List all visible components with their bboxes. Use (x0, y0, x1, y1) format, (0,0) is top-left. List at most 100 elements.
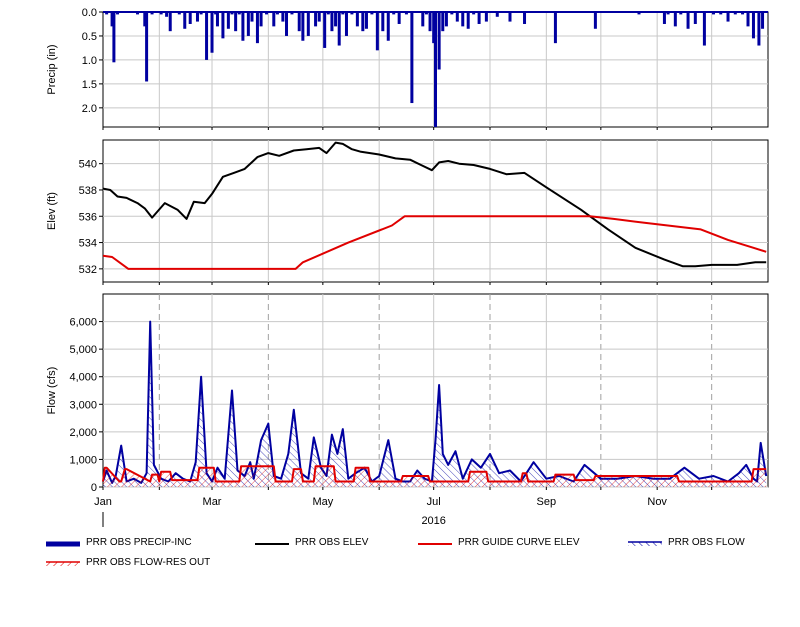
elevation-panel: 532 534 536 538 540 Elev (ft) (46, 139, 769, 285)
precip-bar (686, 12, 690, 29)
legend-label-precip: PRR OBS PRECIP-INC (86, 537, 192, 548)
y-axis-label: Precip (in) (46, 44, 58, 94)
precip-bar (314, 12, 318, 27)
precip-bar (364, 12, 368, 29)
precip-bar (484, 12, 488, 22)
precip-bar (210, 12, 214, 53)
precip-bar (593, 12, 597, 29)
precip-bar (183, 12, 187, 29)
precip-bar (746, 12, 750, 27)
legend-label-flow: PRR OBS FLOW (668, 537, 745, 548)
precip-bar (421, 12, 425, 27)
y-tick-label: 6,000 (69, 317, 97, 329)
x-tick-label: Mar (203, 496, 222, 508)
precip-bar (726, 12, 730, 22)
precip-bar (751, 12, 755, 39)
x-axis-label: 2016 (421, 515, 445, 527)
precip-bar (375, 12, 379, 51)
y-tick-label: 1.5 (82, 79, 97, 91)
precip-bar (386, 12, 390, 41)
precip-bar (466, 12, 470, 29)
y-tick-label: 532 (79, 264, 97, 276)
y-tick-label: 0 (91, 482, 97, 494)
precip-bar (397, 12, 401, 24)
precip-bar (355, 12, 359, 27)
y-axis-label: Flow (cfs) (46, 367, 58, 415)
y-tick-label: 534 (79, 238, 97, 250)
precip-bar (477, 12, 481, 24)
precip-bar (272, 12, 276, 27)
legend-item-flow: PRR OBS FLOW (628, 535, 788, 553)
y-tick-label: 0.5 (82, 31, 97, 43)
legend-item-precip: PRR OBS PRECIP-INC (46, 535, 246, 553)
legend-label-elev: PRR OBS ELEV (295, 537, 369, 548)
precip-bar (461, 12, 465, 27)
y-tick-label: 1,000 (69, 454, 97, 466)
chart-canvas: 0.00.51.01.52.0Precip (in) 5325345365385… (46, 7, 769, 527)
precip-bar (285, 12, 289, 36)
y-tick-label: 1.0 (82, 55, 97, 67)
legend-label-guide: PRR GUIDE CURVE ELEV (458, 537, 580, 548)
precip-bar (455, 12, 459, 22)
precip-bar (693, 12, 697, 24)
y-tick-label: 538 (79, 185, 97, 197)
precip-bar (259, 12, 263, 27)
legend-label-res-out: PRR OBS FLOW-RES OUT (86, 557, 211, 568)
x-tick-label: Nov (647, 496, 667, 508)
precip-bar (281, 12, 285, 22)
y-tick-label: 4,000 (69, 372, 97, 384)
legend-swatch-flow (628, 541, 662, 546)
precip-bar (410, 12, 414, 104)
precip-bar (361, 12, 365, 32)
x-tick-label: Sep (537, 496, 557, 508)
precip-bar (553, 12, 557, 44)
precip-bar (523, 12, 527, 24)
precip-bar (334, 12, 338, 27)
precip-bar (112, 12, 116, 63)
y-tick-label: 5,000 (69, 344, 97, 356)
precip-bar (761, 12, 765, 29)
y-tick-label: 3,000 (69, 399, 97, 411)
y-axis-label: Elev (ft) (46, 192, 58, 230)
legend-item-guide: PRR GUIDE CURVE ELEV (418, 535, 618, 553)
precip-bar (241, 12, 245, 41)
precip-bar (330, 12, 334, 32)
precip-bar (434, 12, 437, 127)
precip-bar (508, 12, 512, 22)
flow-panel: 0 1,000 2,000 3,000 4,000 5,000 6,000 Flow (cfs… (46, 293, 769, 494)
legend-item-res-out: PRR OBS FLOW-RES OUT (46, 555, 246, 573)
precip-bar (205, 12, 209, 60)
precip-bar (250, 12, 254, 22)
precip-bar (255, 12, 259, 44)
precip-bar (702, 12, 706, 46)
precip-panel: 0.0 0.5 1.0 1.5 2.0 Precip (in) (46, 7, 769, 130)
precip-bar (444, 12, 448, 27)
y-tick-label: 536 (79, 211, 97, 223)
x-tick-label: Jan (94, 496, 112, 508)
precip-bar (221, 12, 225, 39)
precip-bar (673, 12, 677, 27)
x-tick-label: Jul (427, 496, 441, 508)
precip-bar (337, 12, 341, 46)
precip-bar (145, 12, 149, 82)
precip-bar (168, 12, 172, 32)
legend-item-elev: PRR OBS ELEV (255, 535, 415, 553)
precip-bar (428, 12, 432, 32)
precip-bar (297, 12, 301, 32)
y-tick-label: 2,000 (69, 427, 97, 439)
legend-swatch-guide (418, 543, 452, 545)
precip-bar (317, 12, 321, 22)
hydrograph-chart: 0.0 0.5 1.0 1.5 2.0 Precip (in) 532 534 536 538 5… (0, 0, 800, 627)
precip-bar (246, 12, 250, 36)
x-tick-label: May (312, 496, 333, 508)
precip-bar (757, 12, 761, 46)
precip-bar (306, 12, 310, 36)
y-tick-label: 540 (79, 159, 97, 171)
precip-bar (441, 12, 445, 32)
precip-bar (188, 12, 192, 24)
precip-bar (234, 12, 238, 32)
precip-bar (195, 12, 199, 22)
precip-bar (215, 12, 219, 27)
precip-bar (381, 12, 385, 32)
precip-bar (301, 12, 305, 41)
